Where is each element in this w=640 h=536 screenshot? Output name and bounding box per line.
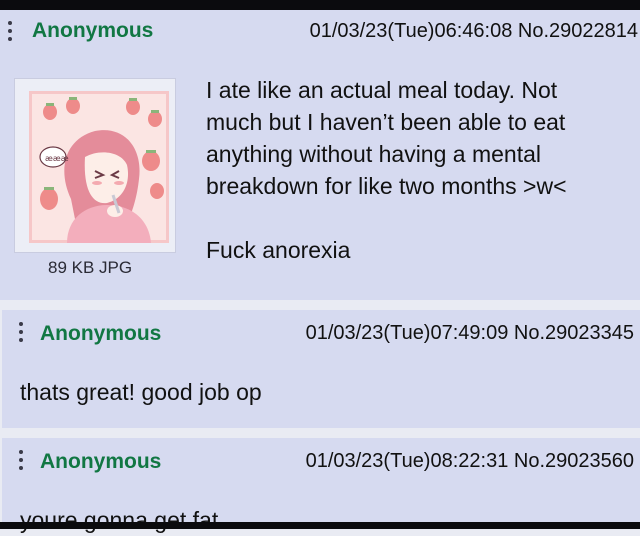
post-datetime: 01/03/23(Tue)07:49:09 [305, 322, 509, 344]
post-number[interactable]: No.29023345 [514, 322, 634, 344]
post-number[interactable]: No.29022814 [518, 20, 638, 42]
post-header: Anonymous 01/03/23(Tue)06:46:08 No.29022… [0, 10, 640, 50]
post-meta: 01/03/23(Tue)07:49:09 No.29023345 [306, 322, 634, 345]
post-datetime: 01/03/23(Tue)06:46:08 [309, 20, 513, 42]
bottom-frame-bar [0, 522, 640, 529]
post-29023560: Anonymous 01/03/23(Tue)08:22:31 No.29023… [2, 438, 640, 533]
post-header: Anonymous 01/03/23(Tue)07:49:09 No.29023… [2, 310, 640, 350]
post-body: I ate like an actual meal today. Not muc… [206, 77, 567, 263]
anime-girl-eating-thumbnail-icon: æææ [29, 91, 169, 243]
top-frame-bar [0, 0, 640, 10]
post-29022814: Anonymous 01/03/23(Tue)06:46:08 No.29022… [0, 10, 640, 300]
post-menu-icon[interactable] [18, 450, 24, 470]
poster-name: Anonymous [40, 450, 162, 473]
poster-name: Anonymous [40, 322, 162, 345]
poster-name: Anonymous [32, 19, 154, 42]
post-meta: 01/03/23(Tue)08:22:31 No.29023560 [306, 450, 634, 473]
post-body: youre gonna get fat [20, 507, 219, 533]
post-number[interactable]: No.29023560 [514, 450, 634, 472]
svg-text:æææ: æææ [45, 154, 69, 163]
post-datetime: 01/03/23(Tue)08:22:31 [305, 450, 509, 472]
post-thumbnail[interactable]: æææ [14, 78, 176, 253]
post-header: Anonymous 01/03/23(Tue)08:22:31 No.29023… [2, 438, 640, 478]
post-body: thats great! good job op [20, 379, 262, 405]
post-29023345: Anonymous 01/03/23(Tue)07:49:09 No.29023… [2, 310, 640, 428]
post-menu-icon[interactable] [7, 21, 13, 41]
post-meta: 01/03/23(Tue)06:46:08 No.29022814 [310, 20, 638, 43]
post-menu-icon[interactable] [18, 322, 24, 342]
file-info: 89 KB JPG [48, 258, 133, 277]
